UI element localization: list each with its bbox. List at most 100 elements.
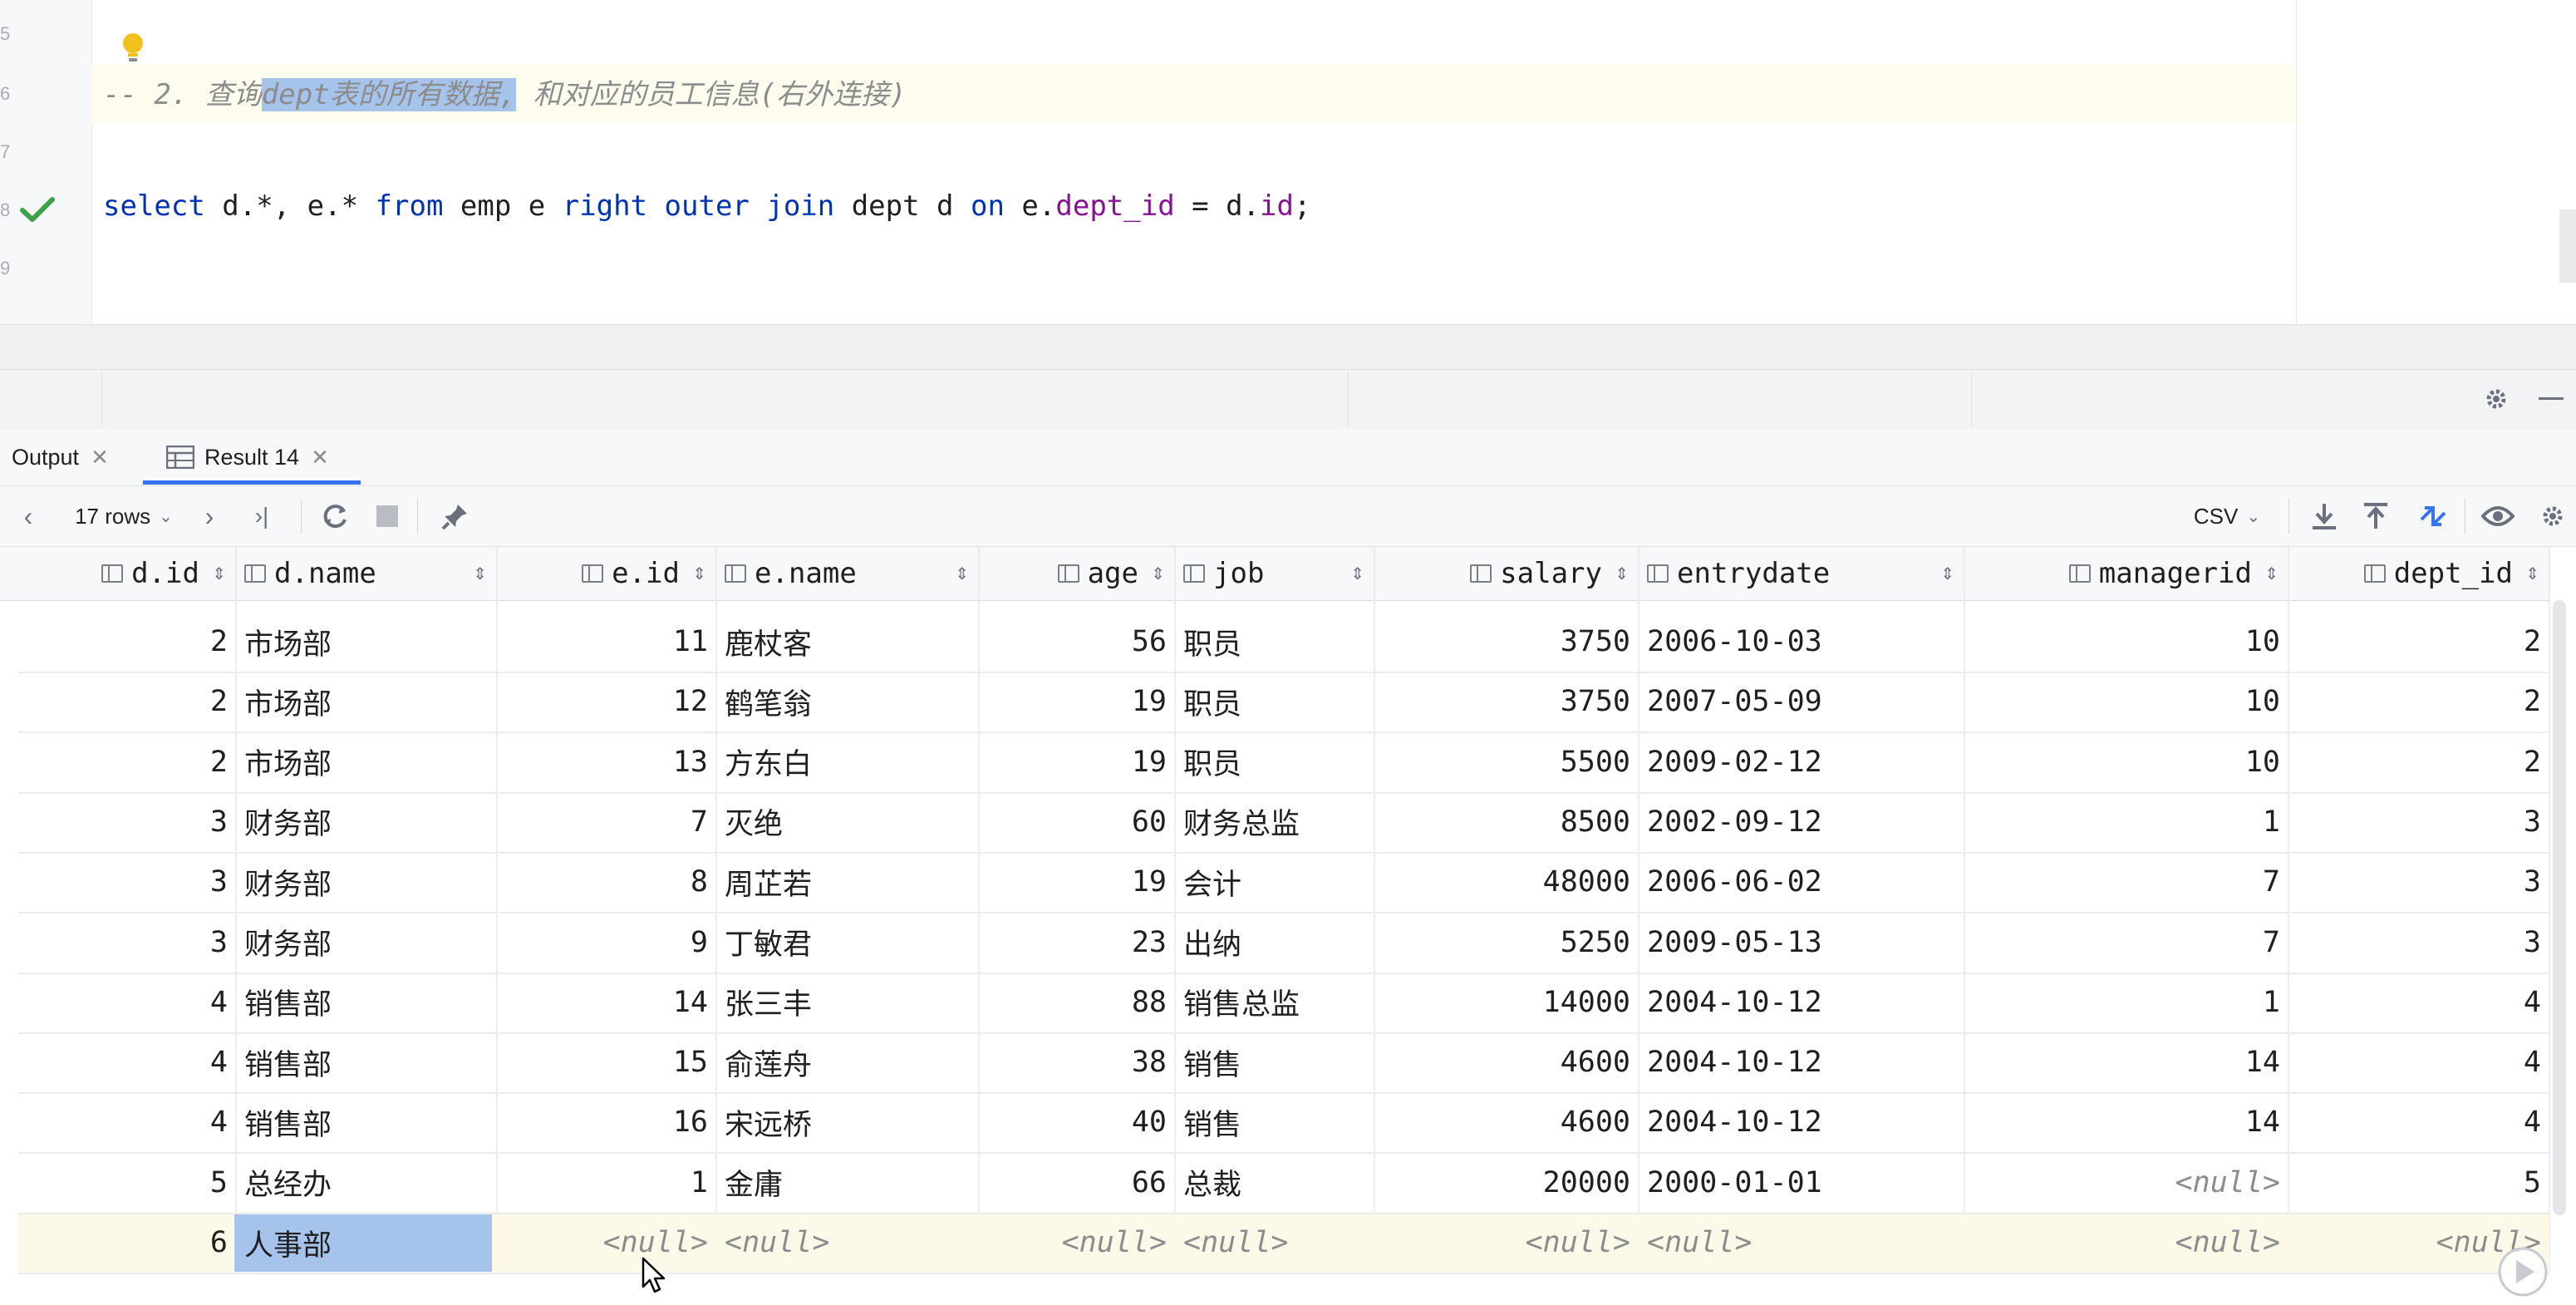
cell-e-id[interactable]: 15 [505, 1032, 708, 1092]
cell-entrydate[interactable]: 2006-06-02 [1639, 852, 1956, 912]
cell-salary[interactable]: 5500 [1383, 732, 1630, 792]
sql-comment-line[interactable]: -- 2. 查询dept表的所有数据, 和对应的员工信息(右外连接) [103, 71, 907, 112]
cell-entrydate[interactable]: 2006-10-03 [1639, 612, 1956, 672]
rows-dropdown[interactable]: 17 rows ⌄ [61, 486, 186, 546]
cell-managerid[interactable]: 10 [1973, 732, 2280, 792]
last-page-icon[interactable]: ›| [241, 486, 283, 546]
cell-salary[interactable]: <null> [1383, 1213, 1630, 1273]
column-header-job[interactable]: job ⇕ [1175, 547, 1374, 600]
cell-e-name[interactable]: 俞莲舟 [716, 1032, 971, 1092]
cell-dept-id[interactable]: 4 [2297, 973, 2541, 1032]
cell-d-name[interactable]: 销售部 [236, 1092, 489, 1152]
cell-d-name[interactable]: 销售部 [236, 973, 489, 1032]
editor-scrollbar[interactable] [2559, 209, 2576, 283]
cell-job[interactable]: 财务总监 [1175, 792, 1366, 852]
upload-icon[interactable] [2355, 486, 2397, 546]
column-header-e-name[interactable]: e.name ⇕ [716, 547, 979, 600]
cell-salary[interactable]: 3750 [1383, 612, 1630, 672]
export-format-dropdown[interactable]: CSV ⌄ [2185, 486, 2269, 546]
cell-e-name[interactable]: 张三丰 [716, 973, 971, 1032]
cell-e-name[interactable]: 周芷若 [716, 852, 971, 912]
cell-d-id[interactable]: 3 [27, 913, 228, 973]
sort-icon[interactable]: ⇕ [2264, 564, 2279, 584]
column-header-managerid[interactable]: managerid ⇕ [1964, 547, 2288, 600]
sort-icon[interactable]: ⇕ [1615, 564, 1629, 584]
cell-entrydate[interactable]: 2000-01-01 [1639, 1153, 1956, 1213]
cell-entrydate[interactable]: <null> [1639, 1213, 1956, 1273]
grid-settings-gear-icon[interactable] [2534, 486, 2571, 546]
sort-icon[interactable]: ⇕ [1350, 564, 1364, 584]
cell-managerid[interactable]: <null> [1973, 1153, 2280, 1213]
cell-dept-id[interactable]: 2 [2297, 612, 2541, 672]
refresh-icon[interactable] [314, 486, 356, 546]
play-overlay-icon[interactable] [2496, 1245, 2549, 1298]
cell-job[interactable]: 会计 [1175, 852, 1366, 912]
cell-e-id[interactable]: 14 [505, 973, 708, 1032]
cell-managerid[interactable]: 1 [1973, 792, 2280, 852]
column-header-age[interactable]: age ⇕ [979, 547, 1175, 600]
cell-salary[interactable]: 4600 [1383, 1032, 1630, 1092]
cell-d-id[interactable]: 2 [27, 612, 228, 672]
cell-salary[interactable]: 8500 [1383, 792, 1630, 852]
cell-age[interactable]: 19 [987, 732, 1167, 792]
cell-e-id[interactable]: 9 [505, 913, 708, 973]
cell-age[interactable]: 56 [987, 612, 1167, 672]
cell-d-id[interactable]: 6 [27, 1213, 228, 1273]
tab-output[interactable]: Output ✕ [0, 429, 133, 485]
cell-age[interactable]: 19 [987, 852, 1167, 912]
cell-d-name[interactable]: 市场部 [236, 732, 489, 792]
sort-icon[interactable]: ⇕ [1151, 564, 1165, 584]
cell-managerid[interactable]: 7 [1973, 913, 2280, 973]
cell-e-id[interactable]: 7 [505, 792, 708, 852]
cell-e-id[interactable]: 13 [505, 732, 708, 792]
cell-d-name[interactable]: 财务部 [236, 913, 489, 973]
cell-e-name[interactable]: 金庸 [716, 1153, 971, 1213]
pin-icon[interactable] [435, 486, 475, 546]
cell-e-id[interactable]: <null> [505, 1213, 708, 1273]
cell-d-name[interactable]: 人事部 [236, 1213, 489, 1273]
cell-e-name[interactable]: 灭绝 [716, 792, 971, 852]
cell-d-id[interactable]: 4 [27, 1032, 228, 1092]
cell-entrydate[interactable]: 2009-05-13 [1639, 913, 1956, 973]
cell-e-name[interactable]: 方东白 [716, 732, 971, 792]
compare-icon[interactable] [2410, 486, 2456, 546]
cell-job[interactable]: 销售 [1175, 1092, 1366, 1152]
cell-d-id[interactable]: 3 [27, 852, 228, 912]
cell-e-name[interactable]: 鹿杖客 [716, 612, 971, 672]
cell-age[interactable]: 60 [987, 792, 1167, 852]
cell-d-id[interactable]: 2 [27, 672, 228, 731]
cell-e-id[interactable]: 12 [505, 672, 708, 731]
cell-e-id[interactable]: 11 [505, 612, 708, 672]
cell-d-name[interactable]: 财务部 [236, 852, 489, 912]
cell-dept-id[interactable]: 3 [2297, 913, 2541, 973]
cell-d-id[interactable]: 4 [27, 973, 228, 1032]
cell-job[interactable]: <null> [1175, 1213, 1366, 1273]
close-icon[interactable]: ✕ [91, 445, 109, 470]
grid-scrollbar[interactable] [2553, 600, 2566, 1215]
sort-icon[interactable]: ⇕ [473, 564, 487, 584]
sql-editor[interactable]: 5 6 7 8 9 -- 2. 查询dept表的所有数据, 和对应的员工信息(右… [0, 0, 2576, 324]
cell-salary[interactable]: 4600 [1383, 1092, 1630, 1152]
cell-d-id[interactable]: 2 [27, 732, 228, 792]
cell-salary[interactable]: 14000 [1383, 973, 1630, 1032]
cell-salary[interactable]: 20000 [1383, 1153, 1630, 1213]
cell-age[interactable]: <null> [987, 1213, 1167, 1273]
minimize-icon[interactable] [2534, 369, 2568, 429]
cell-dept-id[interactable]: 3 [2297, 792, 2541, 852]
column-header-entrydate[interactable]: entrydate ⇕ [1639, 547, 1964, 600]
sort-icon[interactable]: ⇕ [1940, 564, 1954, 584]
cell-managerid[interactable]: 10 [1973, 672, 2280, 731]
cell-e-name[interactable]: 鹤笔翁 [716, 672, 971, 731]
cell-e-name[interactable]: 丁敏君 [716, 913, 971, 973]
tab-result-14[interactable]: Result 14 ✕ [166, 429, 366, 485]
cell-age[interactable]: 40 [987, 1092, 1167, 1152]
cell-d-name[interactable]: 销售部 [236, 1032, 489, 1092]
cell-managerid[interactable]: 14 [1973, 1092, 2280, 1152]
cell-age[interactable]: 19 [987, 672, 1167, 731]
sort-icon[interactable]: ⇕ [955, 564, 969, 584]
cell-salary[interactable]: 48000 [1383, 852, 1630, 912]
cell-job[interactable]: 销售 [1175, 1032, 1366, 1092]
cell-dept-id[interactable]: 4 [2297, 1032, 2541, 1092]
cell-managerid[interactable]: 1 [1973, 973, 2280, 1032]
cell-job[interactable]: 总裁 [1175, 1153, 1366, 1213]
